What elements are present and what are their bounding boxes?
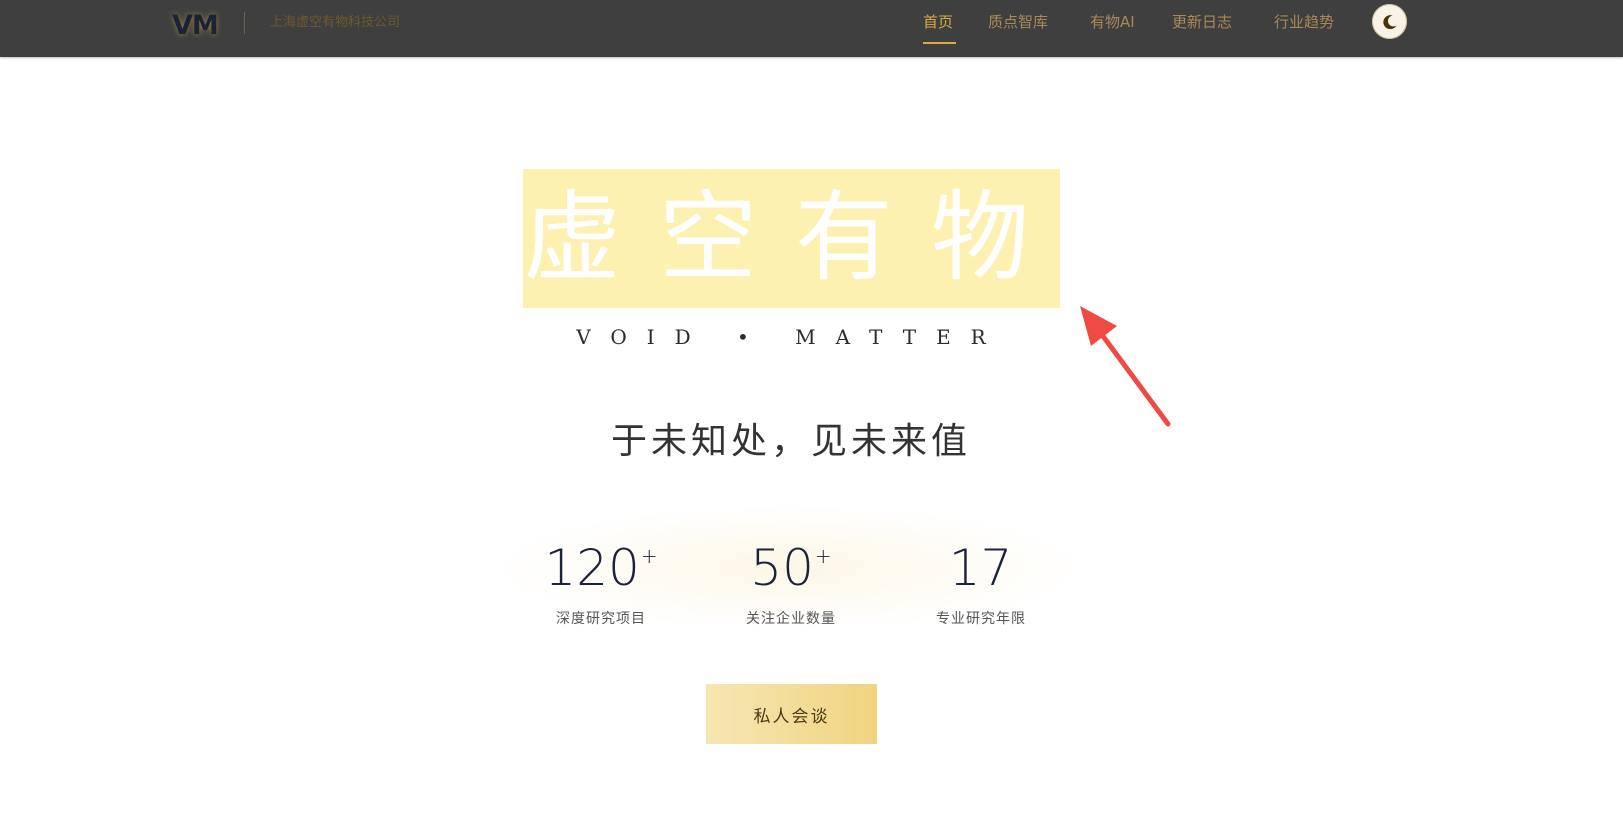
theme-toggle-button[interactable] [1372,4,1407,39]
hero-slogan: 于未知处，见未来值 [610,421,971,462]
private-meeting-button[interactable]: 私人会谈 [706,684,877,744]
nav-active-underline [923,42,956,44]
stat-value: 17 [948,539,1013,597]
stat-value: 50+ [750,539,832,597]
stat-label: 深度研究项目 [556,611,646,627]
logo[interactable]: VM [172,6,219,46]
nav-item-think-tank[interactable]: 质点智库 [988,11,1048,33]
nav-item-changelog[interactable]: 更新日志 [1172,11,1232,33]
stat-research-years: 17 专业研究年限 [886,528,1076,628]
nav-item-youwu-ai[interactable]: 有物AI [1090,11,1135,33]
stat-label: 专业研究年限 [936,611,1026,627]
stat-value: 120+ [544,539,658,597]
top-navigation-bar: VM 上海虚空有物科技公司 首页 质点智库 有物AI 更新日志 行业趋势 [0,0,1623,57]
stat-label: 关注企业数量 [746,611,836,627]
nav-item-home[interactable]: 首页 [923,11,953,33]
company-name: 上海虚空有物科技公司 [270,15,401,30]
annotation-arrow-icon [1080,306,1171,427]
moon-icon [1382,14,1396,29]
stat-research-projects: 120+ 深度研究项目 [506,528,696,628]
hero-subtitle: VOID • MATTER [576,325,1006,349]
stat-companies-tracked: 50+ 关注企业数量 [696,528,886,628]
logo-divider [244,12,245,34]
nav-item-industry-trends[interactable]: 行业趋势 [1274,11,1334,33]
hero-title: 虚空有物 [523,181,1068,295]
